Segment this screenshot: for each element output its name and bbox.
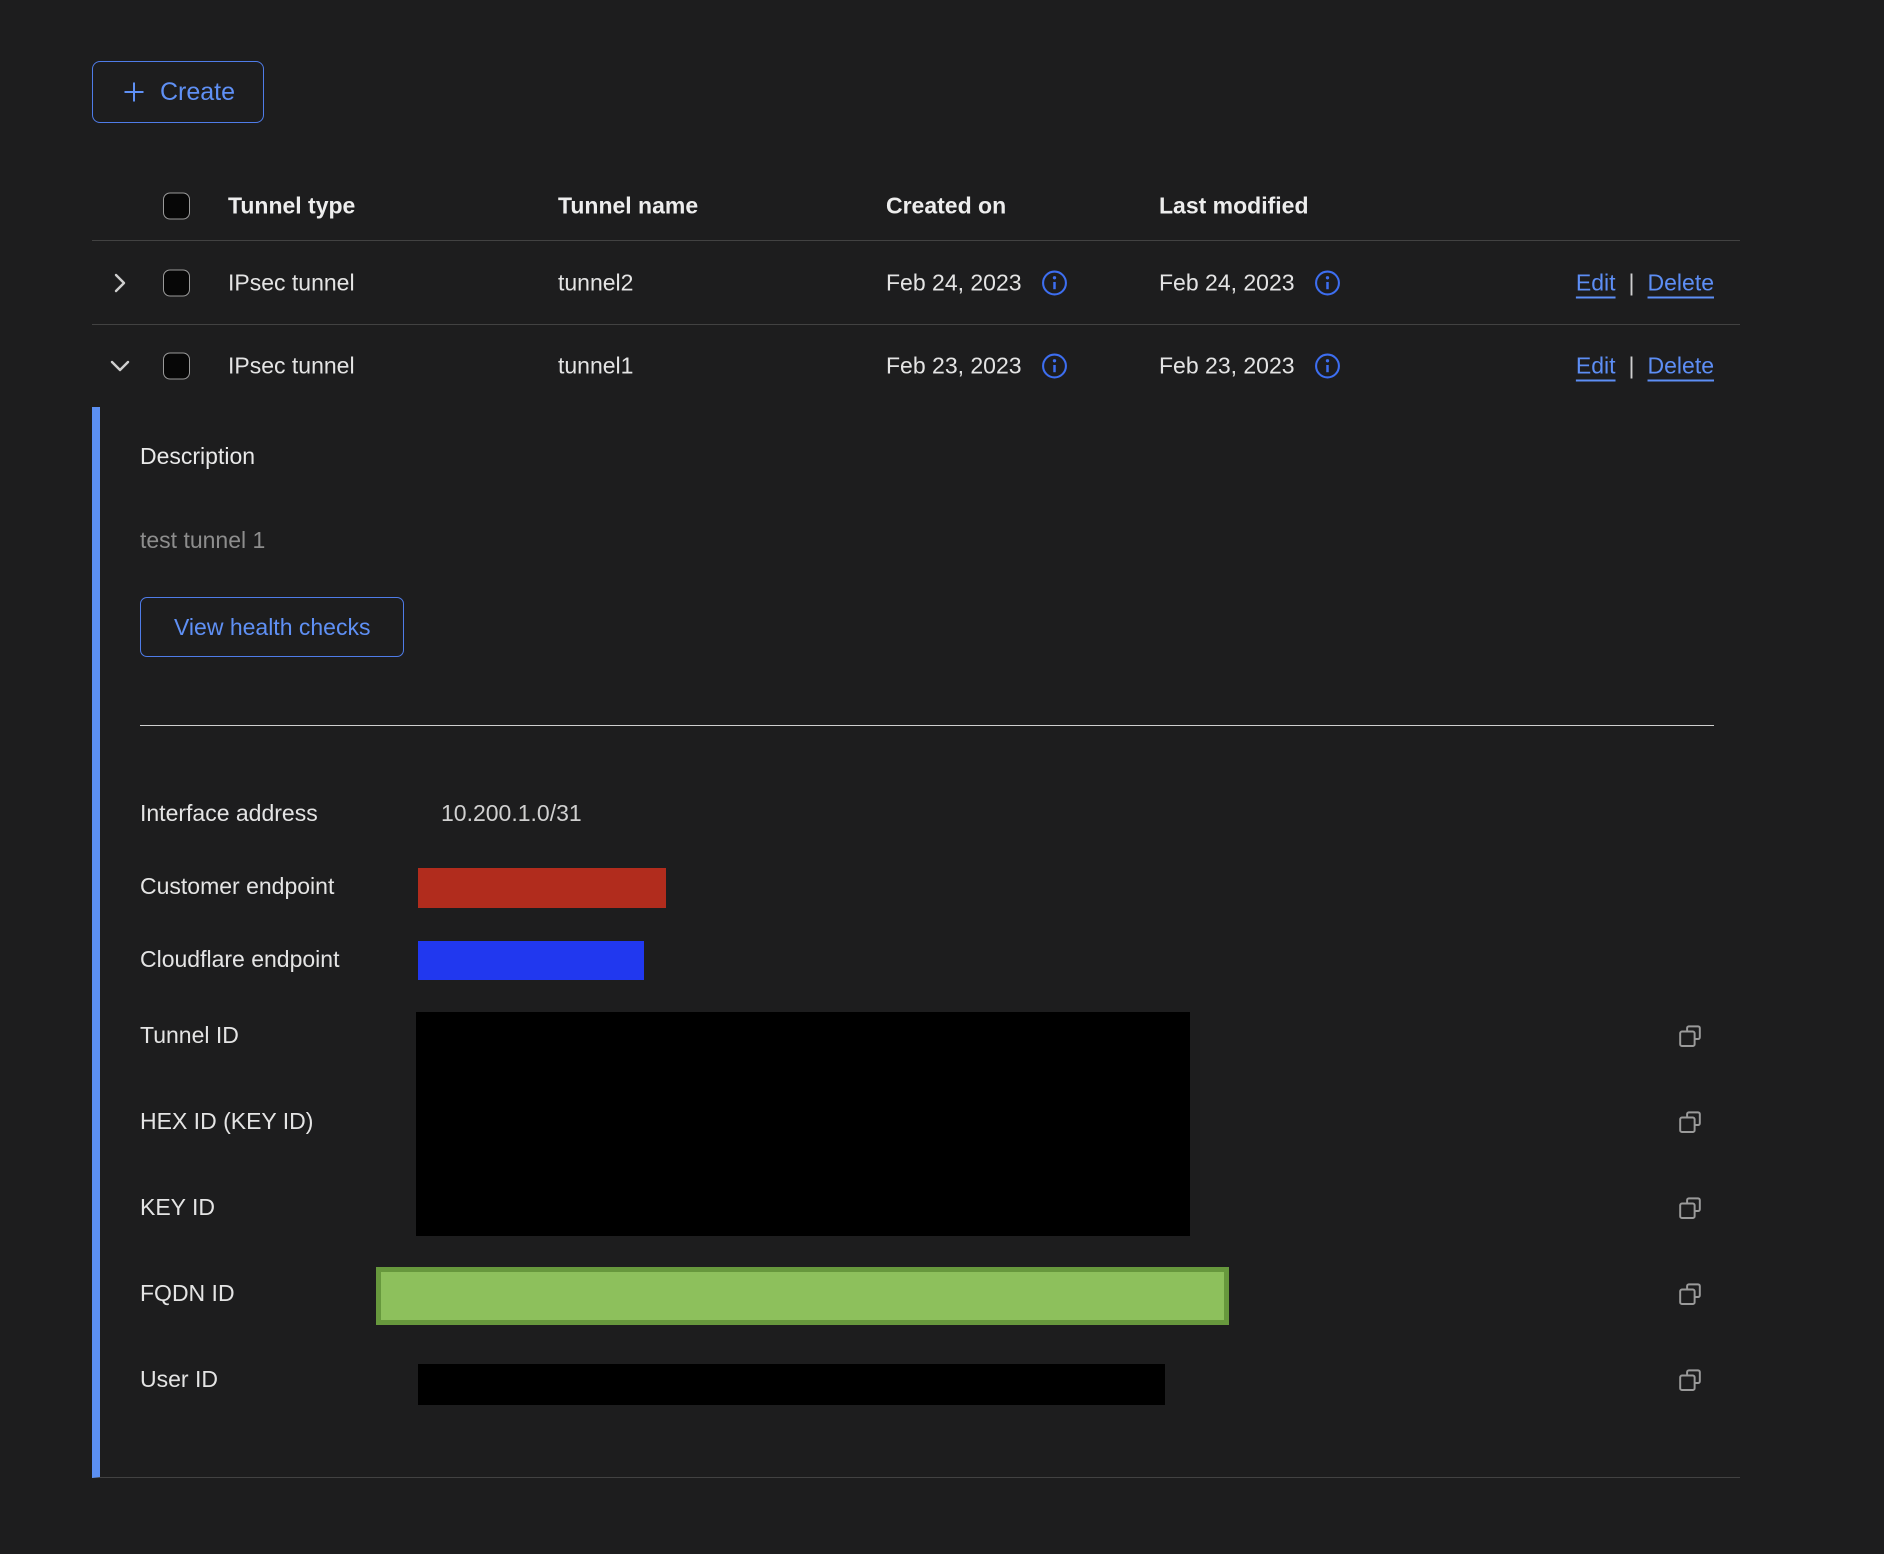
info-icon[interactable] — [1041, 269, 1068, 296]
info-icon[interactable] — [1041, 353, 1068, 380]
delete-button[interactable]: Delete — [1648, 353, 1714, 380]
copy-user-id-button[interactable] — [1674, 1364, 1706, 1396]
tunnel-details-panel: Description test tunnel 1 View health ch… — [92, 407, 1740, 1478]
header-tunnel-name: Tunnel name — [558, 193, 698, 220]
ids-redacted-values — [416, 1012, 1190, 1236]
chevron-down-icon — [107, 353, 133, 379]
chevron-right-icon — [107, 270, 133, 296]
tunnel-type-value: IPsec tunnel — [228, 353, 355, 380]
table-row: IPsec tunnel tunnel1 Feb 23, 2023 Feb 23… — [92, 325, 1740, 407]
select-all-checkbox[interactable] — [163, 193, 190, 220]
copy-icon — [1675, 1106, 1705, 1136]
header-tunnel-type: Tunnel type — [228, 193, 355, 220]
row-actions: Edit | Delete — [1576, 353, 1714, 380]
tunnel-type-value: IPsec tunnel — [228, 269, 355, 296]
created-on-cell: Feb 23, 2023 — [886, 353, 1068, 380]
info-icon[interactable] — [1314, 269, 1341, 296]
hex-id-label: HEX ID (KEY ID) — [140, 1108, 313, 1135]
action-separator: | — [1629, 353, 1635, 380]
delete-button[interactable]: Delete — [1648, 269, 1714, 296]
row-checkbox[interactable] — [163, 269, 190, 296]
create-button[interactable]: Create — [92, 61, 264, 123]
copy-tunnel-id-button[interactable] — [1674, 1020, 1706, 1052]
tunnel-name-value: tunnel2 — [558, 269, 633, 296]
last-modified-value: Feb 24, 2023 — [1159, 269, 1295, 296]
interface-address-value: 10.200.1.0/31 — [441, 800, 582, 827]
last-modified-cell: Feb 23, 2023 — [1159, 353, 1341, 380]
create-button-label: Create — [160, 78, 235, 107]
customer-endpoint-redacted-value — [418, 868, 666, 908]
fqdn-id-redacted-value — [376, 1267, 1229, 1325]
copy-key-id-button[interactable] — [1674, 1192, 1706, 1224]
action-separator: | — [1629, 269, 1635, 296]
copy-icon — [1675, 1278, 1705, 1308]
user-id-redacted-value — [418, 1364, 1165, 1405]
row-actions: Edit | Delete — [1576, 269, 1714, 296]
copy-icon — [1675, 1020, 1705, 1050]
info-icon[interactable] — [1314, 353, 1341, 380]
fqdn-id-label: FQDN ID — [140, 1280, 235, 1307]
cloudflare-endpoint-redacted-value — [418, 941, 644, 980]
plus-icon — [121, 79, 147, 105]
tunnel-id-label: Tunnel ID — [140, 1022, 239, 1049]
section-divider — [140, 725, 1714, 726]
header-created-on: Created on — [886, 193, 1006, 220]
interface-address-label: Interface address — [140, 800, 318, 827]
header-last-modified: Last modified — [1159, 193, 1309, 220]
cloudflare-endpoint-label: Cloudflare endpoint — [140, 946, 339, 973]
user-id-label: User ID — [140, 1366, 218, 1393]
copy-hex-id-button[interactable] — [1674, 1106, 1706, 1138]
table-header: Tunnel type Tunnel name Created on Last … — [92, 172, 1740, 241]
key-id-label: KEY ID — [140, 1194, 215, 1221]
edit-button[interactable]: Edit — [1576, 353, 1616, 380]
table-row: IPsec tunnel tunnel2 Feb 24, 2023 Feb 24… — [92, 241, 1740, 325]
copy-icon — [1675, 1192, 1705, 1222]
description-value: test tunnel 1 — [140, 527, 265, 554]
created-on-cell: Feb 24, 2023 — [886, 269, 1068, 296]
edit-button[interactable]: Edit — [1576, 269, 1616, 296]
expand-row-button[interactable] — [103, 266, 137, 300]
collapse-row-button[interactable] — [103, 349, 137, 383]
copy-fqdn-id-button[interactable] — [1674, 1278, 1706, 1310]
customer-endpoint-label: Customer endpoint — [140, 873, 334, 900]
created-on-value: Feb 23, 2023 — [886, 353, 1022, 380]
view-health-checks-button[interactable]: View health checks — [140, 597, 404, 657]
tunnels-page: Create Tunnel type Tunnel name Created o… — [0, 0, 1884, 1554]
copy-icon — [1675, 1364, 1705, 1394]
tunnel-name-value: tunnel1 — [558, 353, 633, 380]
description-label: Description — [140, 443, 255, 470]
last-modified-value: Feb 23, 2023 — [1159, 353, 1295, 380]
row-checkbox[interactable] — [163, 353, 190, 380]
last-modified-cell: Feb 24, 2023 — [1159, 269, 1341, 296]
created-on-value: Feb 24, 2023 — [886, 269, 1022, 296]
